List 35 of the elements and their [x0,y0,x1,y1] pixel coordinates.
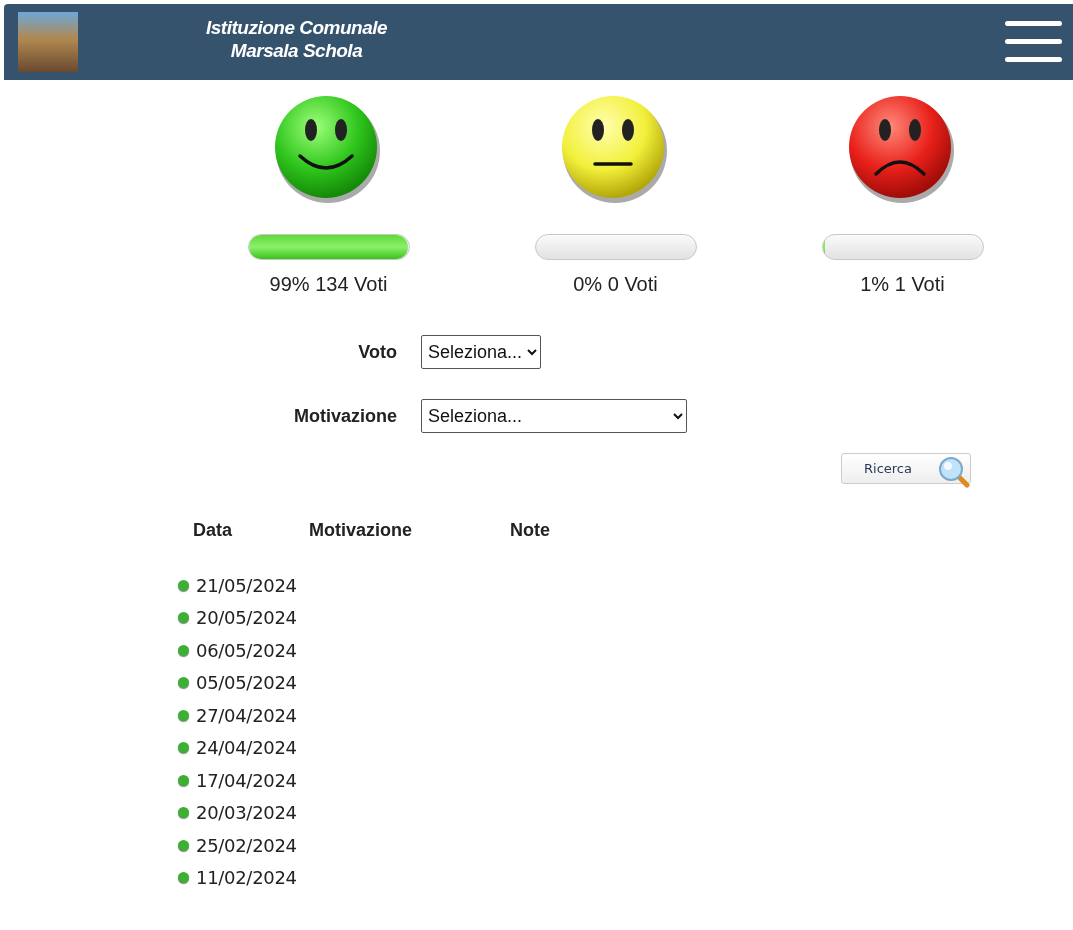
status-dot [178,742,189,754]
photo-placeholder [18,12,78,72]
vote-count: 99% 134 Voti [269,273,388,296]
status-dot [178,612,189,624]
date-cell: 27/04/2024 [196,704,297,726]
date-cell: 20/05/2024 [196,607,297,629]
site-title: Istituzione Comunale [206,16,388,39]
date-cell: 06/05/2024 [196,639,297,661]
status-dot [178,677,189,689]
search-icon [937,455,970,488]
filter-label: Motivazione [294,405,397,427]
status-dot [178,709,189,721]
date-cell: 25/02/2024 [196,834,297,856]
filter-label: Voto [358,341,397,363]
column-header: Motivazione [309,520,412,540]
status-dot [178,774,189,786]
filter-dropdown[interactable]: Seleziona... [421,399,687,433]
vote-count: 0% 0 Voti [573,273,658,296]
column-header: Data [193,520,232,540]
status-dot [178,644,189,656]
date-cell: 20/03/2024 [196,802,297,824]
date-cell: 17/04/2024 [196,769,297,791]
date-cell: 21/05/2024 [196,574,297,596]
filter-dropdown[interactable]: Seleziona... [421,335,541,369]
vote-count: 1% 1 Voti [860,273,945,296]
status-dot [178,807,189,819]
column-header: Note [510,520,550,540]
menu-icon[interactable] [1005,21,1062,63]
date-cell: 11/02/2024 [196,867,297,889]
date-cell: 24/04/2024 [196,737,297,759]
status-dot [178,839,189,851]
site-title: Marsala Schola [229,39,364,62]
status-dot [178,579,189,591]
status-dot [178,872,189,884]
date-cell: 05/05/2024 [196,672,297,694]
